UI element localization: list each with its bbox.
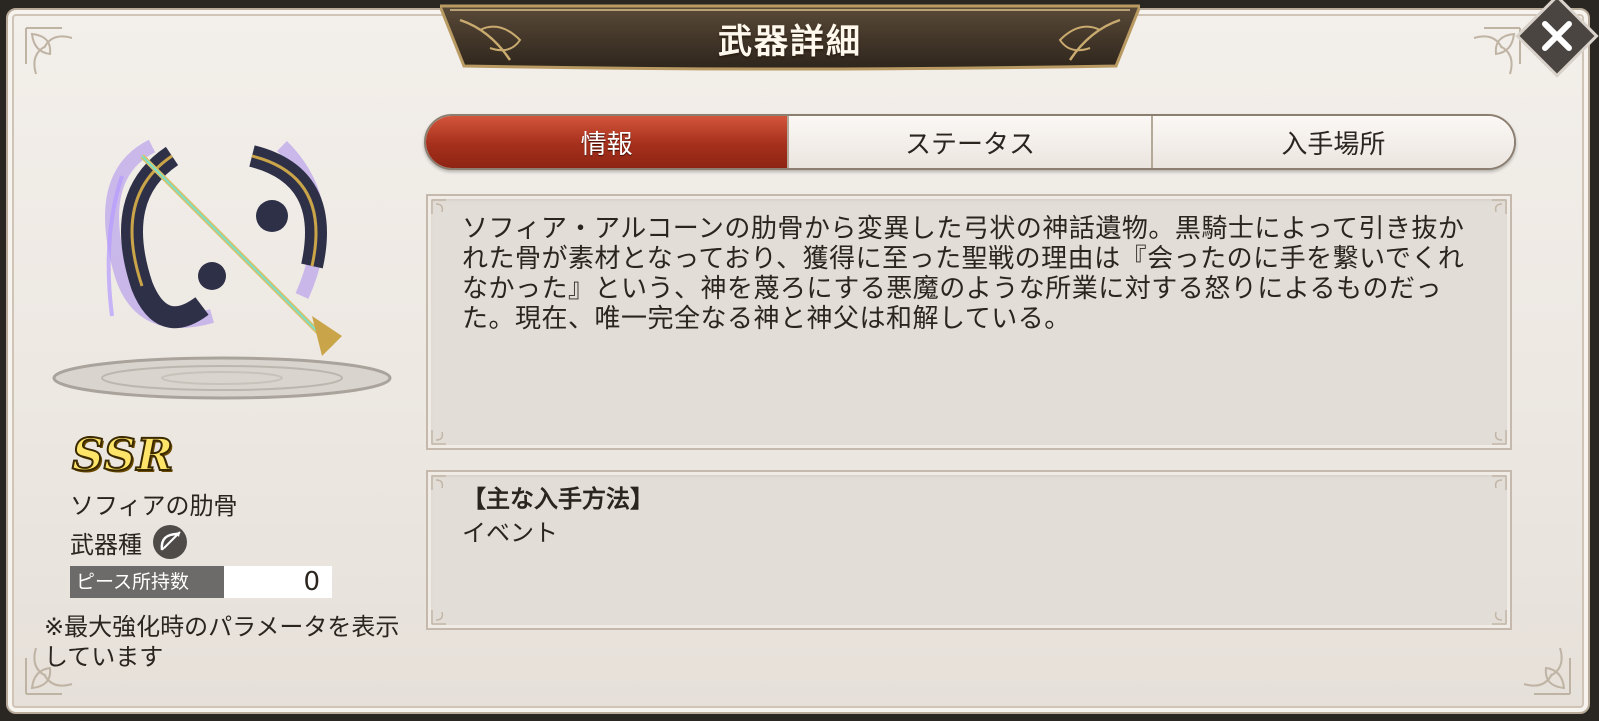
rarity-badge: SSR xyxy=(71,429,175,482)
close-button[interactable] xyxy=(1515,0,1599,78)
ornament-corner-icon xyxy=(1504,628,1574,698)
box-corner-icon xyxy=(1484,198,1508,222)
pieces-owned: ピース所持数 0 xyxy=(70,566,332,598)
bow-icon xyxy=(152,524,188,560)
weapon-detail-dialog: SSR ソフィアの肋骨 武器種 ピース所持数 0 ※最大強化時のパラメータを表示… xyxy=(6,8,1590,714)
weapon-image xyxy=(52,116,398,406)
page-title: 武器詳細 xyxy=(718,22,862,62)
tab-status[interactable]: ステータス xyxy=(789,116,1153,168)
ornament-corner-icon xyxy=(1454,24,1524,94)
box-corner-icon xyxy=(430,198,454,222)
close-icon xyxy=(1515,0,1599,78)
max-param-note: ※最大強化時のパラメータを表示しています xyxy=(44,613,400,671)
weapon-type-row: 武器種 xyxy=(70,524,188,560)
tab-info[interactable]: 情報 xyxy=(426,116,790,168)
obtain-method-value: イベント xyxy=(462,519,558,547)
title-banner: 武器詳細 xyxy=(440,0,1140,78)
weapon-type-label: 武器種 xyxy=(70,530,142,559)
box-corner-icon xyxy=(430,474,454,498)
pieces-label: ピース所持数 xyxy=(70,566,224,598)
box-corner-icon xyxy=(1484,602,1508,626)
obtain-method-box: 【主な入手方法】 イベント xyxy=(426,470,1512,630)
box-corner-icon xyxy=(430,422,454,446)
box-corner-icon xyxy=(1484,422,1508,446)
tab-bar: 情報 ステータス 入手場所 xyxy=(424,114,1516,170)
tab-obtain-location[interactable]: 入手場所 xyxy=(1152,116,1514,168)
pieces-value: 0 xyxy=(224,566,332,598)
obtain-method-heading: 【主な入手方法】 xyxy=(462,485,654,513)
weapon-description: ソフィア・アルコーンの肋骨から変異した弓状の神話遺物。黒騎士によって引き抜かれた… xyxy=(462,214,1465,334)
ornament-corner-icon xyxy=(22,24,92,94)
box-corner-icon xyxy=(1484,474,1508,498)
weapon-name: ソフィアの肋骨 xyxy=(70,492,238,520)
description-box: ソフィア・アルコーンの肋骨から変異した弓状の神話遺物。黒騎士によって引き抜かれた… xyxy=(426,194,1512,450)
box-corner-icon xyxy=(430,602,454,626)
